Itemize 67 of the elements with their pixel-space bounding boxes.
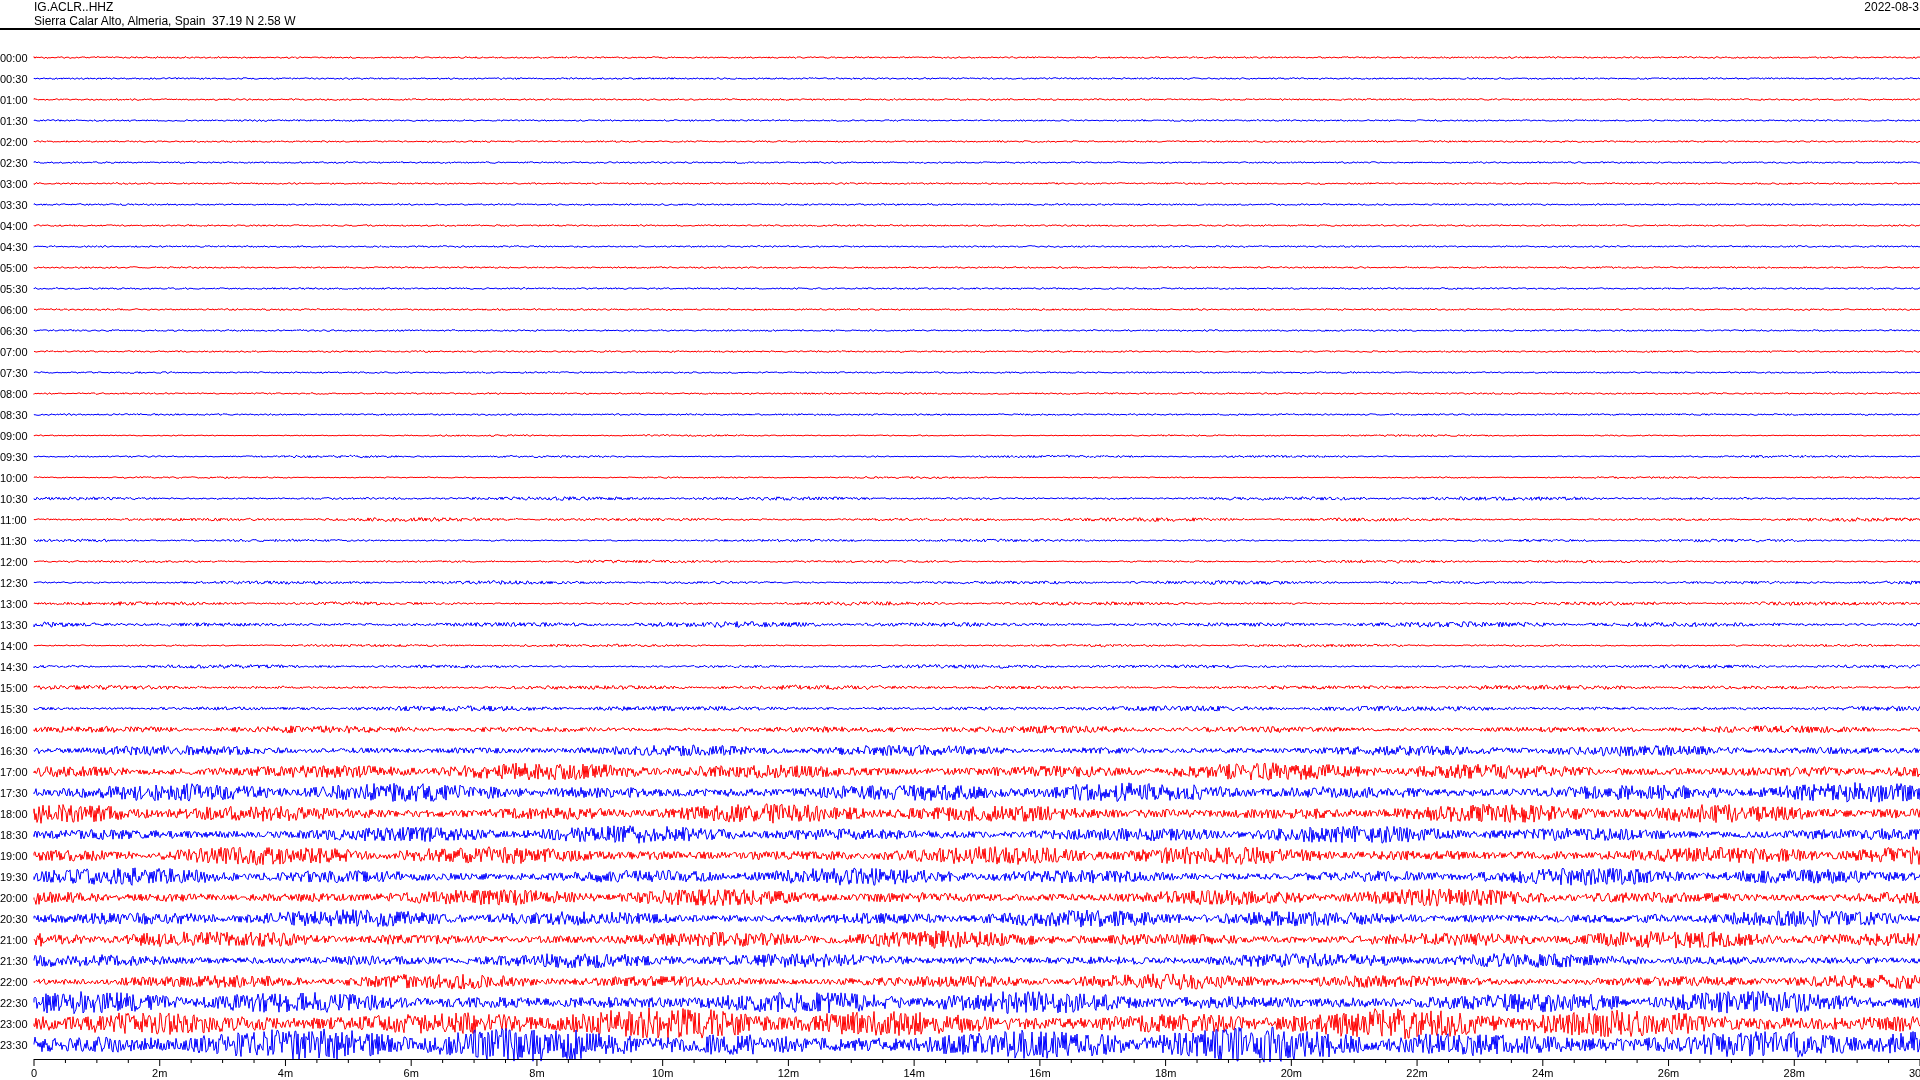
time-label: 19:30 <box>0 870 29 883</box>
time-label: 23:30 <box>0 1038 29 1051</box>
time-label: 05:00 <box>0 261 29 274</box>
station-location: Sierra Calar Alto, Almeria, Spain 37.19 N 2.58 W <box>34 14 296 28</box>
time-label: 12:30 <box>0 576 29 589</box>
time-label: 20:30 <box>0 912 29 925</box>
time-label: 20:00 <box>0 891 29 904</box>
axis-tick-label: 6m <box>403 1067 419 1079</box>
axis-tick-label: 18m <box>1154 1067 1177 1079</box>
time-label: 12:00 <box>0 555 29 568</box>
axis-tick-label: 8m <box>529 1067 545 1079</box>
date-label: 2022-08-3 <box>1864 0 1919 16</box>
time-label: 06:00 <box>0 303 29 316</box>
time-label: 07:30 <box>0 366 29 379</box>
time-label: 10:30 <box>0 492 29 505</box>
axis-tick-label: 14m <box>903 1067 925 1079</box>
time-label: 16:00 <box>0 723 29 736</box>
time-label: 09:30 <box>0 450 29 463</box>
time-label: 14:30 <box>0 660 29 673</box>
time-label: 06:30 <box>0 324 29 337</box>
axis-tick-label: 26m <box>1657 1067 1680 1079</box>
axis-tick-label: 10m <box>651 1067 674 1079</box>
time-label: 19:00 <box>0 849 29 862</box>
time-label: 08:00 <box>0 387 29 400</box>
time-label: 17:30 <box>0 786 29 799</box>
axis-tick-label: 22m <box>1406 1067 1428 1079</box>
time-label: 00:30 <box>0 72 29 85</box>
time-label: 02:30 <box>0 156 29 169</box>
time-label: 22:00 <box>0 975 29 988</box>
time-label: 22:30 <box>0 996 29 1009</box>
time-label: 05:30 <box>0 282 29 295</box>
time-label: 14:00 <box>0 639 29 652</box>
time-label: 15:30 <box>0 702 29 715</box>
time-label: 07:00 <box>0 345 29 358</box>
time-label: 09:00 <box>0 429 29 442</box>
time-label: 04:00 <box>0 219 29 232</box>
axis-tick-label: 16m <box>1029 1067 1051 1079</box>
axis-tick-label: 2m <box>152 1067 168 1079</box>
time-label: 18:30 <box>0 828 29 841</box>
axis-tick-label: 0 <box>30 1067 38 1079</box>
time-label: 16:30 <box>0 744 29 757</box>
time-label: 15:00 <box>0 681 29 694</box>
time-label: 03:00 <box>0 177 29 190</box>
axis-tick-label: 24m <box>1532 1067 1554 1079</box>
time-label: 11:30 <box>0 534 28 547</box>
time-label: 11:00 <box>0 513 28 526</box>
time-label: 01:00 <box>0 93 29 106</box>
time-label: 18:00 <box>0 807 29 820</box>
axis-tick-label: 30 <box>1908 1067 1920 1079</box>
time-label: 02:00 <box>0 135 29 148</box>
axis-tick-label: 12m <box>777 1067 800 1079</box>
time-label: 13:30 <box>0 618 29 631</box>
time-label: 21:00 <box>0 933 29 946</box>
axis-tick-label: 28m <box>1783 1067 1805 1079</box>
time-label: 10:00 <box>0 471 29 484</box>
axis-tick-label: 20m <box>1280 1067 1303 1079</box>
time-label: 03:30 <box>0 198 29 211</box>
time-label: 00:00 <box>0 51 29 64</box>
station-code: IG.ACLR..HHZ <box>34 0 115 14</box>
time-label: 13:00 <box>0 597 29 610</box>
time-label: 01:30 <box>0 114 29 127</box>
time-label: 23:00 <box>0 1017 29 1030</box>
time-label: 08:30 <box>0 408 29 421</box>
time-label: 17:00 <box>0 765 29 778</box>
axis-tick-label: 4m <box>277 1067 294 1079</box>
time-label: 04:30 <box>0 240 29 253</box>
time-label: 21:30 <box>0 954 29 967</box>
